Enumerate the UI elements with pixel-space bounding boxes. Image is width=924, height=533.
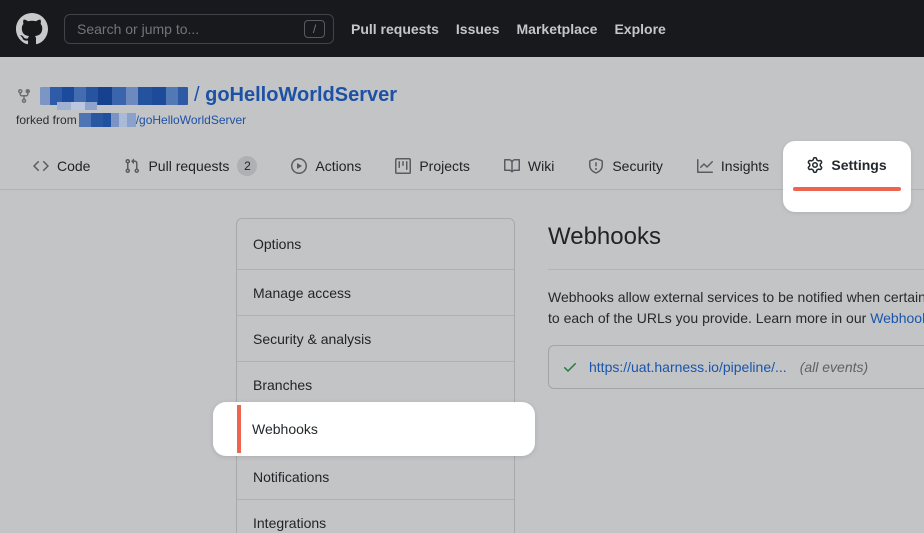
webhook-url-link[interactable]: https://uat.harness.io/pipeline/...	[589, 359, 787, 375]
redacted-parent-owner	[79, 113, 136, 127]
repo-forked-icon	[16, 88, 32, 104]
webhooks-description-line1: Webhooks allow external services to be n…	[548, 289, 924, 305]
webhooks-item-spotlight: Webhooks	[213, 402, 535, 456]
tab-insights[interactable]: Insights	[697, 158, 769, 174]
sidebar-item-label: Notifications	[253, 469, 329, 485]
github-logo-icon[interactable]	[16, 13, 48, 45]
tab-label: Settings	[831, 157, 886, 173]
forked-from-line: forked from /goHelloWorldServer	[16, 112, 246, 127]
nav-explore[interactable]: Explore	[614, 21, 665, 37]
graph-icon	[697, 158, 713, 174]
play-icon	[291, 158, 307, 174]
sidebar-item-options[interactable]: Options	[237, 219, 514, 270]
sidebar-item-label: Branches	[253, 377, 312, 393]
sidebar-item-label: Options	[253, 236, 301, 252]
repo-title-separator: /	[194, 84, 200, 106]
sidebar-item-label: Integrations	[253, 515, 326, 531]
tab-code[interactable]: Code	[33, 158, 90, 174]
parent-repo-link[interactable]: /goHelloWorldServer	[136, 113, 247, 127]
nav-marketplace[interactable]: Marketplace	[517, 21, 598, 37]
tab-label: Pull requests	[148, 158, 229, 174]
webhook-events-label: (all events)	[800, 359, 868, 375]
settings-sidebar: Options Manage access Security & analysi…	[236, 218, 515, 533]
book-icon	[504, 158, 520, 174]
tab-pull-requests[interactable]: Pull requests 2	[124, 156, 257, 176]
pull-requests-count-badge: 2	[237, 156, 257, 176]
tab-label: Insights	[721, 158, 769, 174]
webhooks-description-line2: to each of the URLs you provide. Learn m…	[548, 310, 924, 326]
nav-pull-requests[interactable]: Pull requests	[351, 21, 439, 37]
tab-label: Code	[57, 158, 90, 174]
tab-label: Security	[612, 158, 663, 174]
sidebar-item-label: Manage access	[253, 285, 351, 301]
tab-wiki[interactable]: Wiki	[504, 158, 554, 174]
page-body: / goHelloWorldServer forked from /goHell…	[0, 57, 924, 533]
sidebar-item-security-analysis[interactable]: Security & analysis	[237, 316, 514, 362]
page-title: Webhooks	[548, 223, 661, 251]
tab-projects[interactable]: Projects	[395, 158, 470, 174]
title-divider	[548, 269, 924, 270]
tab-label: Wiki	[528, 158, 554, 174]
check-icon	[562, 359, 578, 375]
tab-label: Projects	[419, 158, 470, 174]
shield-icon	[588, 158, 604, 174]
tab-label: Actions	[315, 158, 361, 174]
selected-tab-underline	[793, 187, 901, 191]
nav-issues[interactable]: Issues	[456, 21, 500, 37]
sidebar-item-webhooks[interactable]: Webhooks	[252, 402, 318, 456]
selected-item-accent-bar	[237, 405, 241, 453]
slash-shortcut-key: /	[304, 20, 325, 38]
redacted-owner-fragment	[57, 102, 97, 110]
tab-security[interactable]: Security	[588, 158, 663, 174]
webhook-list-item: https://uat.harness.io/pipeline/... (all…	[548, 345, 924, 389]
global-search: /	[64, 14, 334, 44]
repo-name-link[interactable]: goHelloWorldServer	[205, 84, 397, 106]
settings-tab-spotlight: Settings	[783, 141, 911, 212]
webhooks-guide-link[interactable]: Webhooks	[870, 310, 924, 326]
sidebar-item-integrations[interactable]: Integrations	[237, 500, 514, 533]
gear-icon	[807, 157, 823, 173]
forked-from-label: forked from	[16, 113, 77, 127]
code-icon	[33, 158, 49, 174]
global-header: / Pull requests Issues Marketplace Explo…	[0, 0, 924, 57]
tab-settings[interactable]: Settings	[783, 157, 911, 173]
tab-actions[interactable]: Actions	[291, 158, 361, 174]
repo-title: / goHelloWorldServer	[194, 84, 397, 107]
sidebar-item-label: Security & analysis	[253, 331, 371, 347]
sidebar-item-notifications[interactable]: Notifications	[237, 454, 514, 500]
description-text: to each of the URLs you provide. Learn m…	[548, 310, 870, 326]
git-pull-request-icon	[124, 158, 140, 174]
sidebar-item-manage-access[interactable]: Manage access	[237, 270, 514, 316]
project-icon	[395, 158, 411, 174]
header-nav: Pull requests Issues Marketplace Explore	[351, 21, 666, 37]
search-input[interactable]	[77, 21, 304, 37]
